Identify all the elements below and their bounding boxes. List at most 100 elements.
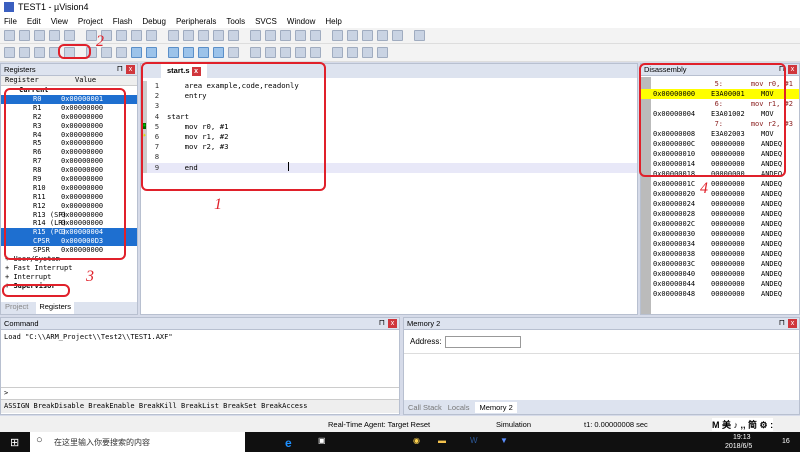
menu-debug[interactable]: Debug (142, 17, 166, 26)
pin-icon[interactable]: ⊓ (779, 318, 785, 327)
toolbar-button-icon[interactable] (34, 47, 45, 58)
toolbar-button-icon[interactable] (64, 30, 75, 41)
col-register[interactable]: Register (1, 76, 75, 85)
toolbar-button-icon[interactable] (168, 47, 179, 58)
menu-tools[interactable]: Tools (226, 17, 245, 26)
toolbar-button-icon[interactable] (183, 47, 194, 58)
menu-peripherals[interactable]: Peripherals (176, 17, 216, 26)
toolbar-button-icon[interactable] (347, 30, 358, 41)
toolbar-button-icon[interactable] (4, 30, 15, 41)
toolbar-button-icon[interactable] (183, 30, 194, 41)
toolbar-button-icon[interactable] (116, 30, 127, 41)
instruction-row[interactable]: 0x00000028 00000000 ANDEQ (641, 209, 799, 219)
menu-help[interactable]: Help (325, 17, 341, 26)
toolbar-button-icon[interactable] (347, 47, 358, 58)
toolbar-button-icon[interactable] (310, 30, 321, 41)
pin-icon[interactable]: ⊓ (379, 318, 385, 327)
instruction-row[interactable]: 0x0000001C 00000000 ANDEQ (641, 179, 799, 189)
mode-group[interactable]: + Interrupt (1, 273, 137, 282)
toolbar-button-icon[interactable] (131, 30, 142, 41)
toolbar-button-icon[interactable] (198, 30, 209, 41)
tab-memory-2[interactable]: Memory 2 (475, 401, 517, 413)
instruction-row[interactable]: 0x00000048 00000000 ANDEQ (641, 289, 799, 299)
menu-svcs[interactable]: SVCS (255, 17, 277, 26)
instruction-row[interactable]: 0x00000040 00000000 ANDEQ (641, 269, 799, 279)
col-value[interactable]: Value (75, 76, 96, 85)
toolbar-button-icon[interactable] (392, 30, 403, 41)
windows-start-icon[interactable]: ⊞ (10, 436, 19, 449)
toolbar-button-icon[interactable] (295, 47, 306, 58)
close-icon[interactable]: x (388, 319, 397, 328)
toolbar-button-icon[interactable] (228, 30, 239, 41)
toolbar-button-icon[interactable] (146, 30, 157, 41)
toolbar-button-icon[interactable] (250, 47, 261, 58)
toolbar-button-icon[interactable] (362, 30, 373, 41)
instruction-row[interactable]: 0x00000034 00000000 ANDEQ (641, 239, 799, 249)
instruction-row[interactable]: 0x00000024 00000000 ANDEQ (641, 199, 799, 209)
toolbar-button-icon[interactable] (34, 30, 45, 41)
toolbar-button-icon[interactable] (362, 47, 373, 58)
mode-group[interactable]: + Fast Interrupt (1, 264, 137, 273)
toolbar-button-icon[interactable] (4, 47, 15, 58)
toolbar-button-icon[interactable] (414, 30, 425, 41)
menu-flash[interactable]: Flash (113, 17, 133, 26)
toolbar-button-icon[interactable] (146, 47, 157, 58)
edge-icon[interactable]: e (285, 436, 292, 450)
menu-edit[interactable]: Edit (27, 17, 41, 26)
instruction-row[interactable]: 0x0000003C 00000000 ANDEQ (641, 259, 799, 269)
notification-badge[interactable]: 16 (782, 438, 790, 445)
toolbar-button-icon[interactable] (280, 47, 291, 58)
instruction-row[interactable]: 0x00000038 00000000 ANDEQ (641, 249, 799, 259)
toolbar-button-icon[interactable] (250, 30, 261, 41)
uvision-icon[interactable]: ▼ (500, 436, 508, 445)
toolbar-button-icon[interactable] (310, 47, 321, 58)
toolbar-button-icon[interactable] (116, 47, 127, 58)
toolbar-button-icon[interactable] (332, 30, 343, 41)
menu-window[interactable]: Window (287, 17, 315, 26)
instruction-row[interactable]: 0x00000020 00000000 ANDEQ (641, 189, 799, 199)
tab-call-stack[interactable]: Call Stack (408, 403, 442, 412)
address-input[interactable] (444, 335, 521, 348)
close-icon[interactable]: x (788, 319, 797, 328)
toolbar-button-icon[interactable] (332, 47, 343, 58)
toolbar-button-icon[interactable] (228, 47, 239, 58)
toolbar-button-icon[interactable] (213, 30, 224, 41)
instruction-row[interactable]: 0x0000002C 00000000 ANDEQ (641, 219, 799, 229)
chrome-icon[interactable]: ◉ (413, 436, 420, 445)
store-icon[interactable]: ▣ (318, 436, 326, 445)
menu-project[interactable]: Project (78, 17, 103, 26)
memory-header: Memory 2 ⊓ x (404, 318, 799, 330)
toolbar-button-icon[interactable] (131, 47, 142, 58)
clock-time[interactable]: 19:13 (733, 434, 751, 441)
toolbar-button-icon[interactable] (280, 30, 291, 41)
menu-view[interactable]: View (51, 17, 68, 26)
pin-icon[interactable]: ⊓ (117, 64, 123, 73)
clock-date[interactable]: 2018/6/5 (725, 443, 752, 450)
toolbar-button-icon[interactable] (213, 47, 224, 58)
toolbar-button-icon[interactable] (19, 30, 30, 41)
toolbar-button-icon[interactable] (265, 30, 276, 41)
expand-icon[interactable]: + (5, 264, 13, 273)
toolbar-button-icon[interactable] (49, 30, 60, 41)
toolbar-button-icon[interactable] (377, 30, 388, 41)
toolbar-button-icon[interactable] (168, 30, 179, 41)
expand-icon[interactable]: + (5, 273, 13, 282)
close-icon[interactable]: x (788, 65, 797, 74)
toolbar-button-icon[interactable] (377, 47, 388, 58)
menu-file[interactable]: File (4, 17, 17, 26)
toolbar-button-icon[interactable] (295, 30, 306, 41)
tab-registers[interactable]: Registers (36, 302, 75, 314)
instruction-row[interactable]: 0x00000030 00000000 ANDEQ (641, 229, 799, 239)
tab-project[interactable]: Project (5, 302, 28, 314)
close-icon[interactable]: x (126, 65, 135, 74)
command-input[interactable]: > (1, 388, 399, 400)
toolbar-button-icon[interactable] (19, 47, 30, 58)
toolbar-button-icon[interactable] (198, 47, 209, 58)
explorer-icon[interactable]: ▬ (438, 436, 446, 445)
instruction-row[interactable]: 0x00000044 00000000 ANDEQ (641, 279, 799, 289)
word-icon[interactable]: W (470, 436, 478, 445)
tab-locals[interactable]: Locals (448, 403, 470, 412)
toolbar-button-icon[interactable] (265, 47, 276, 58)
taskbar-search[interactable]: ○ 在这里输入你要搜索的内容 (30, 432, 245, 452)
ime-toolbar[interactable]: M 美 ♪ ,, 简 ⚙ : (712, 418, 774, 431)
